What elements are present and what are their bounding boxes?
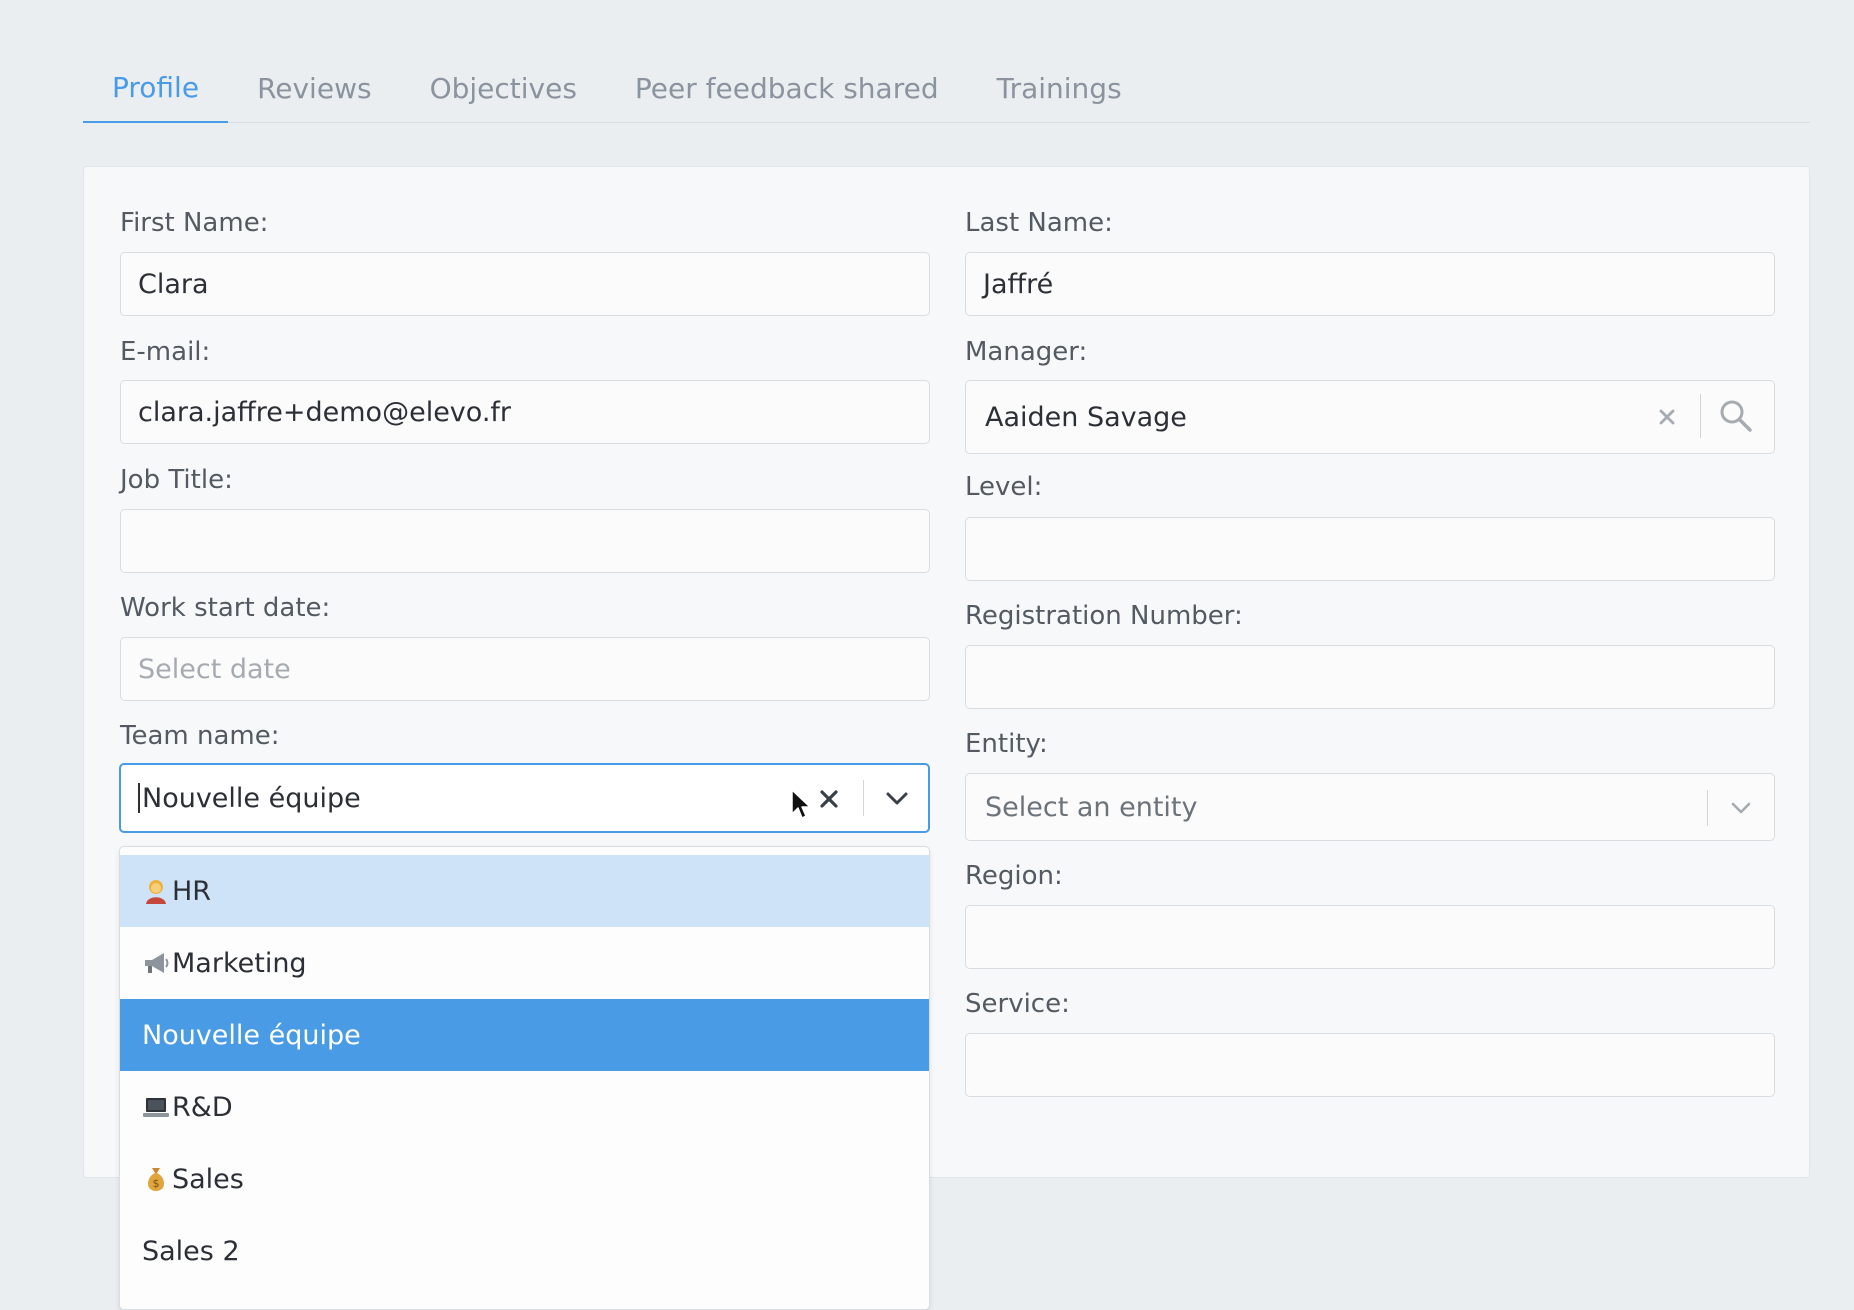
entity-label: Entity: [965,729,1048,759]
search-icon[interactable] [1717,397,1755,435]
last-name-input[interactable]: Jaffré [965,252,1775,316]
email-input[interactable]: clara.jaffre+demo@elevo.fr [120,380,930,444]
region-label: Region: [965,861,1063,891]
team-option-label: Sales 2 [142,1235,240,1267]
job-title-label: Job Title: [120,465,233,495]
level-label: Level: [965,472,1043,502]
team-name-label: Team name: [120,721,280,751]
close-icon[interactable] [1653,403,1681,431]
team-option-hr[interactable]: HR [120,855,929,927]
tab-reviews[interactable]: Reviews [228,72,401,123]
first-name-value: Clara [138,268,209,300]
email-value: clara.jaffre+demo@elevo.fr [138,396,512,428]
team-name-select[interactable]: Nouvelle équipe [119,763,930,833]
profile-tabs: Profile Reviews Objectives Peer feedback… [83,52,1810,123]
level-input[interactable] [965,517,1775,581]
team-option-nouvelle-equipe[interactable]: Nouvelle équipe [120,999,929,1071]
entity-placeholder: Select an entity [985,791,1198,823]
team-option-label: Nouvelle équipe [142,1019,361,1051]
tab-profile[interactable]: Profile [83,71,229,123]
text-caret [138,783,140,813]
team-option-label: R&D [172,1091,233,1123]
service-label: Service: [965,989,1070,1019]
team-name-value: Nouvelle équipe [142,782,361,814]
person-emoji-icon [142,877,170,905]
laptop-emoji-icon [142,1093,170,1121]
registration-number-label: Registration Number: [965,601,1243,631]
tab-peer-feedback-shared[interactable]: Peer feedback shared [606,72,968,123]
close-icon[interactable] [814,784,844,814]
team-option-marketing[interactable]: Marketing [120,927,929,999]
megaphone-emoji-icon [142,949,170,977]
team-option-label: HR [172,875,212,907]
last-name-value: Jaffré [983,268,1054,300]
tab-objectives[interactable]: Objectives [401,72,606,123]
registration-number-input[interactable] [965,645,1775,709]
manager-value: Aaiden Savage [985,401,1187,433]
manager-label: Manager: [965,337,1088,367]
tab-trainings[interactable]: Trainings [968,72,1151,123]
work-start-date-placeholder: Select date [138,653,291,685]
team-option-sales-2[interactable]: Sales 2 [120,1215,929,1287]
svg-text:$: $ [153,1177,160,1190]
region-input[interactable] [965,905,1775,969]
team-select-separator [863,780,864,816]
team-option-sales[interactable]: $ Sales [120,1143,929,1215]
first-name-input[interactable]: Clara [120,252,930,316]
email-label: E-mail: [120,337,211,367]
manager-separator [1700,394,1701,438]
last-name-label: Last Name: [965,208,1113,238]
money-bag-emoji-icon: $ [142,1165,170,1193]
team-dropdown-menu: HR Marketing Nouvelle équipe R&D $ Sales… [119,846,930,1310]
chevron-down-icon[interactable] [1724,794,1758,822]
chevron-down-icon[interactable] [880,784,914,814]
team-option-label: Marketing [172,947,307,979]
entity-select[interactable]: Select an entity [965,773,1775,841]
first-name-label: First Name: [120,208,269,238]
work-start-date-label: Work start date: [120,593,331,623]
team-option-label: Sales [172,1163,244,1195]
service-input[interactable] [965,1033,1775,1097]
team-option-rd[interactable]: R&D [120,1071,929,1143]
job-title-input[interactable] [120,509,930,573]
entity-separator [1707,790,1708,826]
work-start-date-input[interactable]: Select date [120,637,930,701]
